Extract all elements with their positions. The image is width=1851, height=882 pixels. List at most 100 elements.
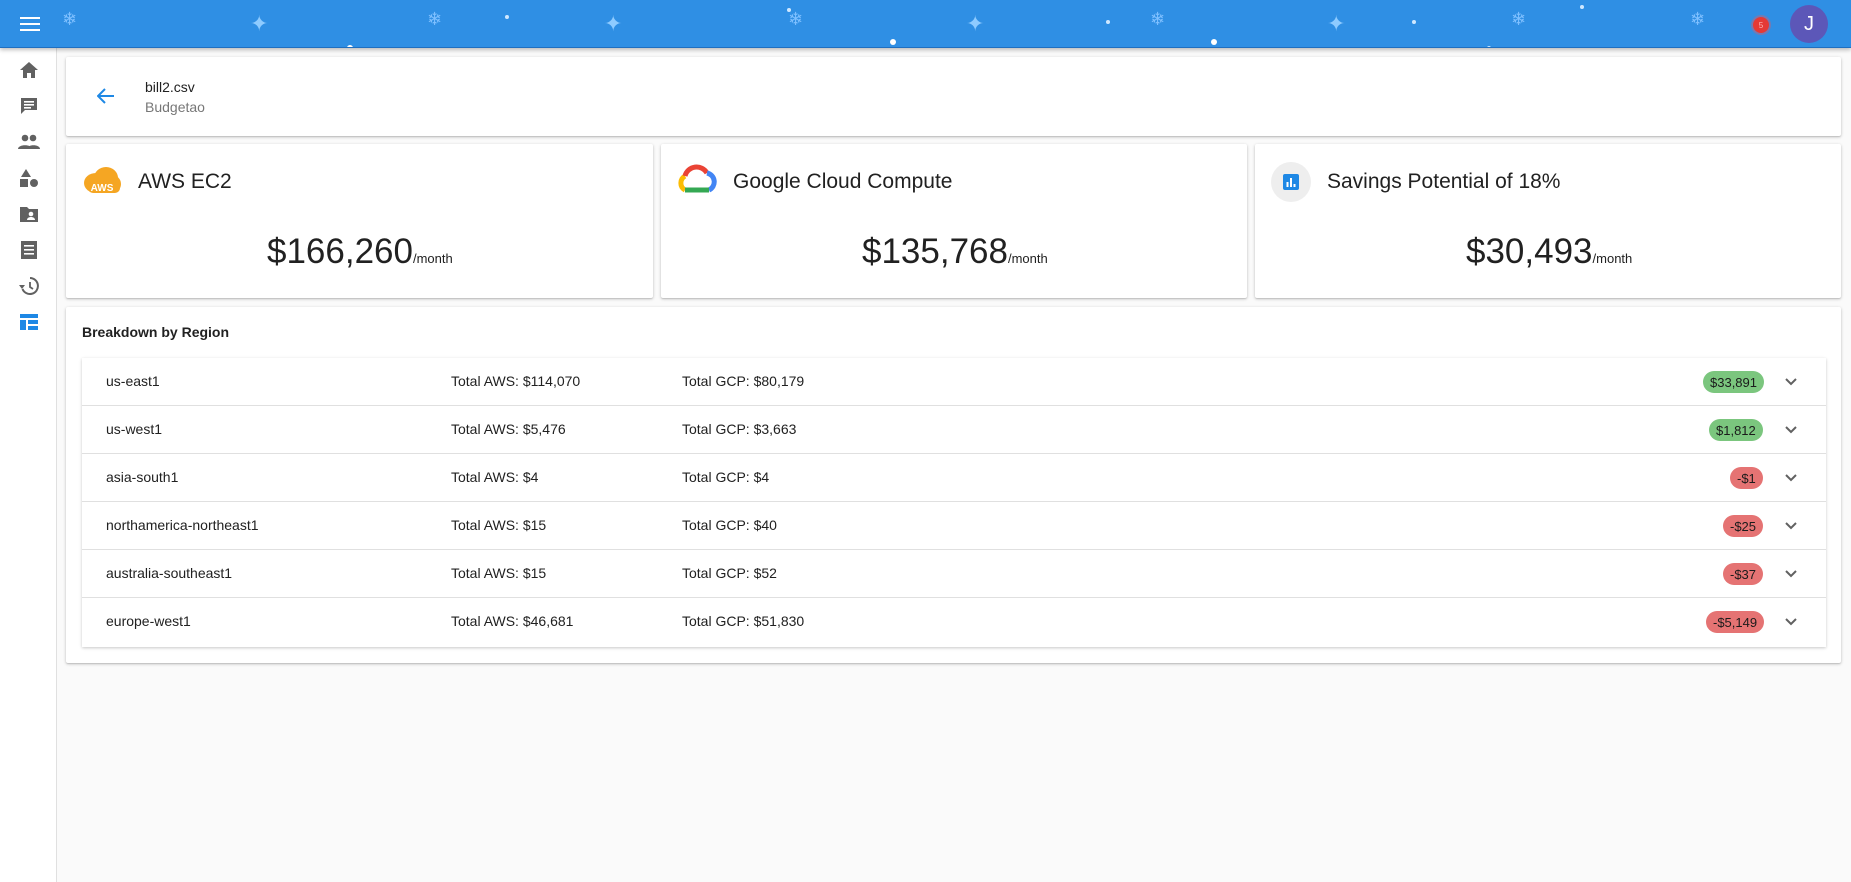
user-avatar[interactable]: J: [1790, 5, 1828, 43]
sparkle-icon: ✦: [250, 11, 269, 36]
nav-messages[interactable]: [17, 94, 41, 118]
section-title: Breakdown by Region: [82, 324, 230, 340]
svg-text:AWS: AWS: [91, 183, 114, 194]
amount-value: $30,493: [1466, 232, 1593, 271]
region-name: northamerica-northeast1: [106, 517, 259, 533]
sparkle-icon: ✦: [604, 11, 623, 36]
gcp-total: Total GCP: $3,663: [682, 421, 797, 437]
gcp-total: Total GCP: $4: [682, 469, 770, 485]
region-row[interactable]: australia-southeast1 Total AWS: $15 Tota…: [82, 550, 1826, 598]
snow-dot: [1106, 20, 1110, 24]
metric-amount: $30,493/month: [1466, 232, 1632, 272]
snowflake-icon: ❄: [1690, 9, 1706, 29]
people-icon: [18, 134, 40, 149]
snow-dot: [347, 45, 353, 47]
region-name: us-east1: [106, 373, 160, 389]
nav-accounts[interactable]: [17, 202, 41, 226]
arrow-back-icon: [97, 88, 114, 104]
chevron-down-icon[interactable]: [1779, 418, 1803, 442]
aws-total: Total AWS: $15: [451, 517, 547, 533]
chevron-down-icon[interactable]: [1779, 514, 1803, 538]
metric-title: Savings Potential of 18%: [1327, 170, 1561, 193]
region-row[interactable]: us-west1 Total AWS: $5,476 Total GCP: $3…: [82, 406, 1826, 454]
snow-dot: [1580, 5, 1584, 9]
amount-unit: /month: [1592, 251, 1633, 266]
snowflake-icon: ❄: [62, 9, 78, 29]
amount-value: $135,768: [862, 232, 1008, 271]
snowflake-icon: ❄: [1150, 9, 1166, 29]
snow-dot: [787, 8, 791, 12]
region-name: asia-south1: [106, 469, 179, 485]
sparkle-icon: ✦: [966, 11, 985, 36]
metric-card-gcp: [661, 144, 1247, 298]
amount-unit: /month: [1007, 251, 1048, 266]
savings-badge: $1,812: [1709, 419, 1763, 441]
home-icon: [20, 62, 38, 78]
menu-icon: [20, 17, 40, 31]
nav-categories[interactable]: [17, 166, 41, 190]
navigation-rail: [0, 48, 57, 882]
region-list: us-east1 Total AWS: $114,070 Total GCP: …: [82, 358, 1826, 647]
nav-home[interactable]: [17, 58, 41, 82]
google-cloud-logo-icon: [677, 164, 717, 196]
chevron-down-icon[interactable]: [1779, 370, 1803, 394]
file-header-card: [66, 57, 1841, 136]
menu-button[interactable]: [10, 10, 50, 38]
nav-people[interactable]: [17, 130, 41, 154]
aws-total: Total AWS: $15: [451, 565, 547, 581]
gcp-total: Total GCP: $40: [682, 517, 777, 533]
folder-account-icon: [20, 207, 38, 222]
category-icon: [20, 169, 38, 187]
aws-total: Total AWS: $4: [451, 469, 539, 485]
region-row[interactable]: northamerica-northeast1 Total AWS: $15 T…: [82, 502, 1826, 550]
snow-dot: [505, 15, 509, 19]
amount-unit: /month: [412, 251, 453, 266]
savings-badge: -$1: [1730, 467, 1763, 489]
savings-badge: -$37: [1723, 563, 1764, 585]
gcp-total: Total GCP: $52: [682, 565, 777, 581]
snowflake-icon: ❄: [1511, 9, 1527, 29]
chevron-down-icon[interactable]: [1779, 466, 1803, 490]
region-name: australia-southeast1: [106, 565, 233, 581]
nav-history[interactable]: [17, 274, 41, 298]
notification-badge[interactable]: 5: [1753, 17, 1769, 33]
back-button[interactable]: [90, 80, 122, 112]
savings-badge: -$5,149: [1706, 611, 1765, 633]
region-name: europe-west1: [106, 613, 191, 629]
receipt-icon: [21, 241, 37, 259]
snowflake-icon: ❄: [427, 9, 443, 29]
project-name: Budgetao: [145, 99, 205, 115]
region-row[interactable]: asia-south1 Total AWS: $4 Total GCP: $4 …: [82, 454, 1826, 502]
savings-badge: -$25: [1723, 515, 1764, 537]
metric-card-aws: [66, 144, 653, 298]
metric-title: AWS EC2: [138, 170, 232, 193]
metric-amount: $166,260/month: [267, 232, 453, 272]
snowflake-icon: ❄: [788, 9, 804, 29]
snow-dot: [1412, 20, 1416, 24]
bar-chart-icon: [1271, 162, 1311, 202]
metric-title: Google Cloud Compute: [733, 170, 953, 193]
savings-badge: $33,891: [1703, 371, 1764, 393]
nav-bills[interactable]: [17, 238, 41, 262]
snow-dot: [1211, 39, 1217, 45]
chat-icon: [21, 98, 37, 114]
sparkle-icon: ✦: [1327, 11, 1346, 36]
region-name: us-west1: [106, 421, 163, 437]
nav-dashboard[interactable]: [17, 310, 41, 334]
aws-logo-icon: AWS: [82, 164, 122, 196]
file-name: bill2.csv: [145, 79, 195, 95]
region-row[interactable]: us-east1 Total AWS: $114,070 Total GCP: …: [82, 358, 1826, 406]
top-app-bar: ❄ ✦ ❄ ✦ ❄ ✦ ❄ ✦ ❄ ❄ 5 J: [0, 0, 1851, 48]
region-row[interactable]: europe-west1 Total AWS: $46,681 Total GC…: [82, 598, 1826, 646]
gcp-total: Total GCP: $80,179: [682, 373, 805, 389]
aws-total: Total AWS: $46,681: [451, 613, 574, 629]
metric-amount: $135,768/month: [862, 232, 1048, 272]
chevron-down-icon[interactable]: [1779, 562, 1803, 586]
dashboard-icon: [20, 314, 38, 330]
snow-dot: [1487, 46, 1491, 47]
amount-value: $166,260: [267, 232, 413, 271]
history-icon: [19, 277, 39, 295]
metric-card-savings: [1255, 144, 1841, 298]
chevron-down-icon[interactable]: [1779, 610, 1803, 634]
gcp-total: Total GCP: $51,830: [682, 613, 805, 629]
